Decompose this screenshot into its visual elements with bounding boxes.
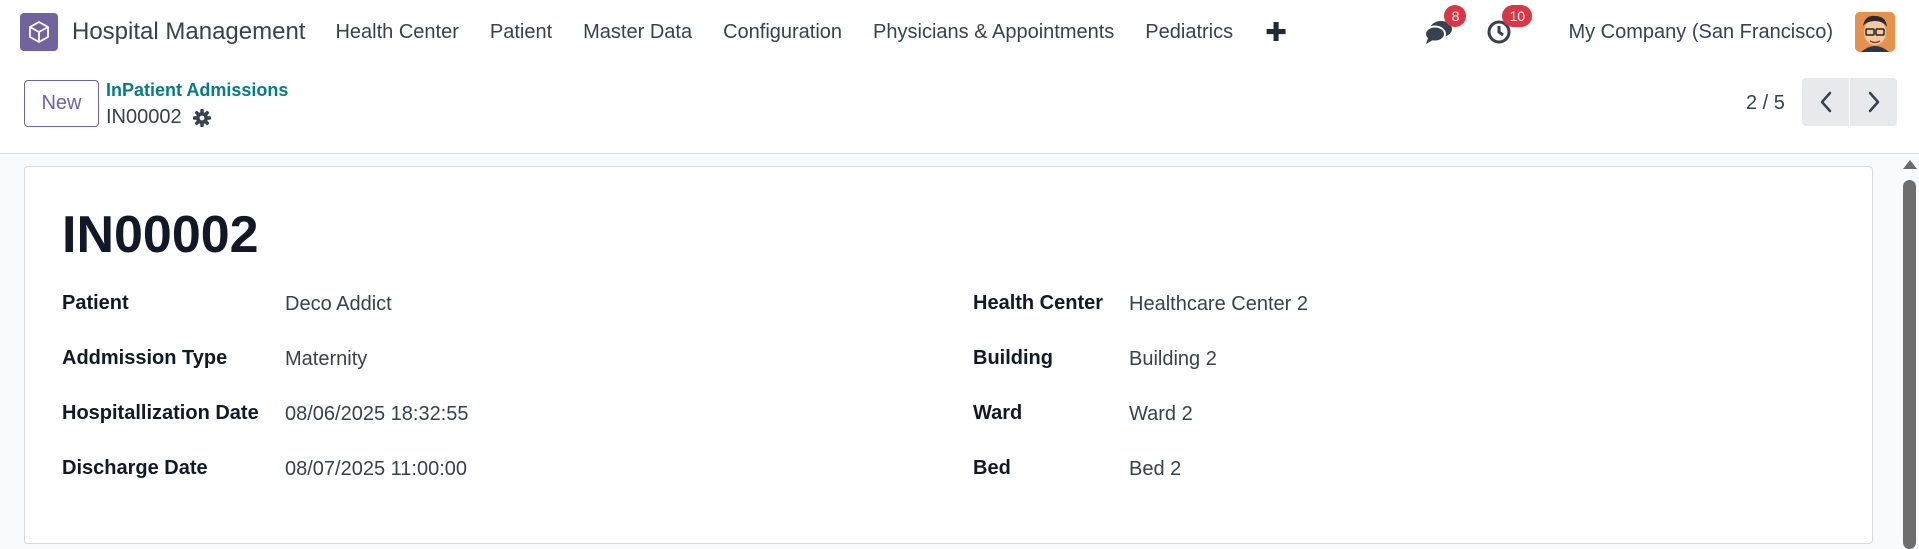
activities-count-badge: 10 <box>1502 5 1533 27</box>
messages-count-badge: 8 <box>1444 5 1467 27</box>
gear-icon[interactable] <box>192 108 212 128</box>
activities-clock-icon[interactable]: 10 <box>1486 5 1533 45</box>
pager-previous-button[interactable] <box>1802 78 1849 126</box>
field-label-health-center: Health Center <box>973 292 1104 314</box>
menu-physicians-appointments[interactable]: Physicians & Appointments <box>873 21 1114 44</box>
field-value-bed[interactable]: Bed 2 <box>1129 458 1181 481</box>
navbar-systray: 8 10 My Company (San Francisco) <box>1424 0 1919 64</box>
field-label-discharge-date: Discharge Date <box>62 457 208 479</box>
menu-patient[interactable]: Patient <box>490 21 552 44</box>
top-navbar: Hospital Management Health Center Patien… <box>0 0 1919 64</box>
pager-value[interactable]: 2 / 5 <box>1746 92 1785 115</box>
field-value-admission-type[interactable]: Maternity <box>285 348 367 371</box>
new-button[interactable]: New <box>24 80 99 127</box>
menu-master-data[interactable]: Master Data <box>583 21 692 44</box>
field-value-building[interactable]: Building 2 <box>1129 348 1217 371</box>
field-label-bed: Bed <box>973 457 1011 479</box>
field-value-health-center[interactable]: Healthcare Center 2 <box>1129 293 1308 316</box>
form-view-content: IN00002 Patient Deco Addict Addmission T… <box>0 155 1919 549</box>
menu-health-center[interactable]: Health Center <box>335 21 458 44</box>
field-label-building: Building <box>973 347 1053 369</box>
field-label-ward: Ward <box>973 402 1023 424</box>
control-panel: New InPatient Admissions IN00002 2 / 5 <box>0 64 1919 154</box>
company-switcher[interactable]: My Company (San Francisco) <box>1568 21 1833 44</box>
field-label-hospitalization-date: Hospitallization Date <box>62 402 259 424</box>
field-label-admission-type: Addmission Type <box>62 347 228 369</box>
chevron-left-icon <box>1820 91 1831 113</box>
scrollbar-up-arrow[interactable] <box>1903 160 1917 169</box>
field-label-patient: Patient <box>62 292 129 314</box>
menu-pediatrics[interactable]: Pediatrics <box>1145 21 1233 44</box>
plus-icon[interactable]: ✚ <box>1265 19 1287 45</box>
field-value-ward[interactable]: Ward 2 <box>1129 403 1193 426</box>
messages-icon[interactable]: 8 <box>1424 5 1467 45</box>
user-avatar[interactable] <box>1855 12 1895 52</box>
breadcrumb-inpatient-admissions[interactable]: InPatient Admissions <box>106 80 288 101</box>
pager-next-button[interactable] <box>1850 78 1897 126</box>
scrollbar-thumb[interactable] <box>1903 180 1916 549</box>
chevron-right-icon <box>1868 91 1879 113</box>
field-value-discharge-date[interactable]: 08/07/2025 11:00:00 <box>285 458 467 481</box>
breadcrumb-current-record: IN00002 <box>106 106 182 128</box>
field-value-hospitalization-date[interactable]: 08/06/2025 18:32:55 <box>285 403 469 426</box>
menu-configuration[interactable]: Configuration <box>723 21 842 44</box>
field-value-patient[interactable]: Deco Addict <box>285 293 392 316</box>
app-logo-icon[interactable] <box>20 13 58 51</box>
record-title[interactable]: IN00002 <box>62 205 259 265</box>
form-sheet: IN00002 Patient Deco Addict Addmission T… <box>24 166 1873 544</box>
app-title[interactable]: Hospital Management <box>72 18 305 46</box>
